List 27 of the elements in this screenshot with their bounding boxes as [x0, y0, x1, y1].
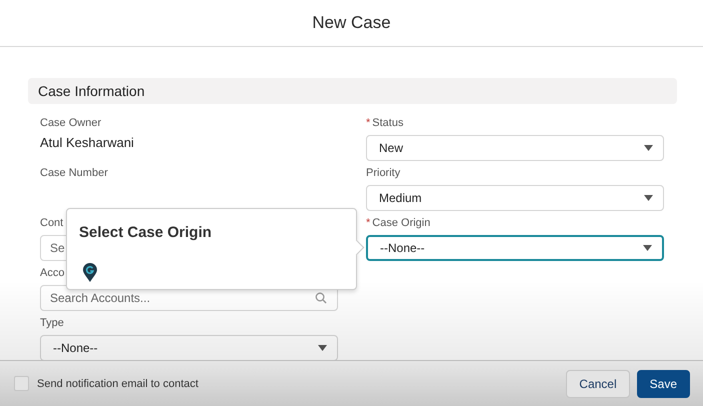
location-pin-icon	[83, 263, 97, 282]
dropdown-field[interactable]: --None--	[40, 335, 338, 360]
required-mark: *	[366, 217, 370, 229]
caret-icon	[318, 345, 327, 351]
caret-icon	[644, 195, 653, 201]
section-header: Case Information	[28, 78, 677, 104]
dropdown-field[interactable]: Medium	[366, 185, 664, 211]
dropdown-field[interactable]: New	[366, 135, 664, 161]
dropdown-field[interactable]: --None--	[366, 235, 664, 261]
required-mark: *	[366, 117, 370, 129]
modal-title: New Case	[312, 13, 391, 33]
popover-title: Select Case Origin	[79, 224, 213, 241]
save-button[interactable]: Save	[636, 370, 690, 398]
field-label: Acco	[40, 267, 64, 279]
field-label: Cont	[40, 217, 64, 229]
field-label: Case Owner	[40, 117, 102, 129]
cancel-button[interactable]: Cancel	[566, 370, 630, 398]
field-label: Case Origin	[372, 217, 430, 229]
caret-icon	[644, 145, 653, 151]
field-label: Case Number	[40, 167, 108, 179]
checkbox[interactable]	[14, 376, 29, 391]
field-label: Type	[40, 317, 64, 329]
field-label: Status	[372, 117, 404, 129]
field-value: Atul Kesharwani	[40, 135, 135, 150]
caret-icon	[643, 245, 652, 251]
checkbox-label: Send notification email to contact	[37, 378, 198, 390]
field-label: Priority	[366, 167, 400, 179]
